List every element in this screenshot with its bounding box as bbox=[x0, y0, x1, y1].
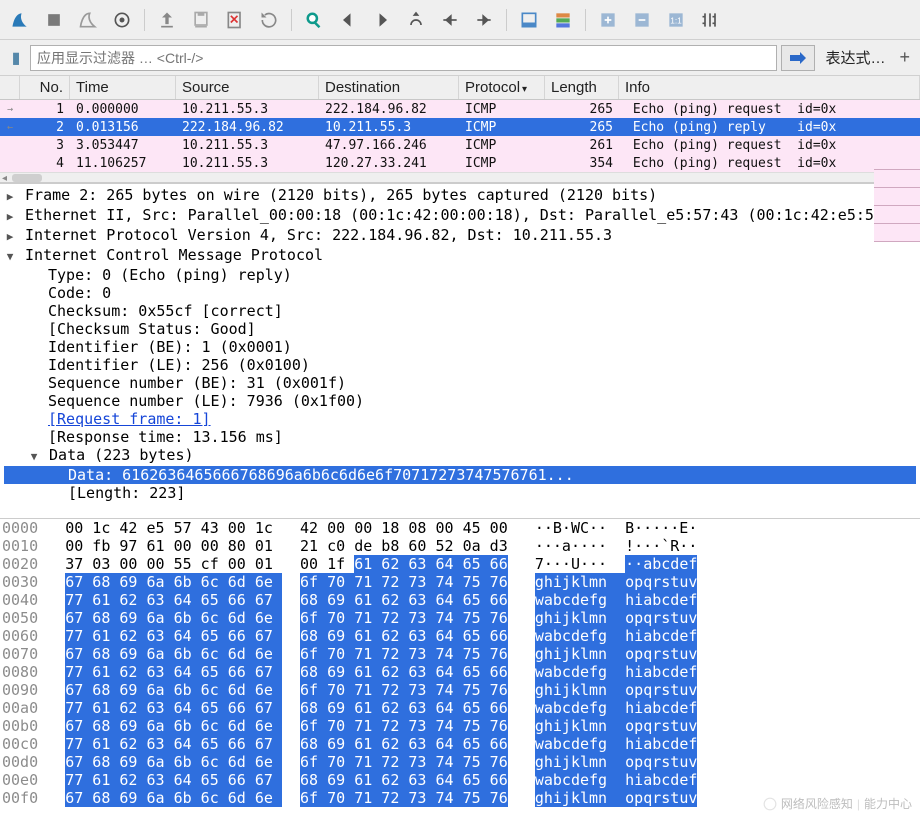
expander-expanded-icon[interactable]: ▼ bbox=[4, 248, 16, 266]
icmp-data-length[interactable]: [Length: 223] bbox=[4, 484, 916, 502]
stop-capture-icon[interactable] bbox=[40, 6, 68, 34]
icmp-checksum-status[interactable]: [Checksum Status: Good] bbox=[4, 320, 916, 338]
find-icon[interactable] bbox=[300, 6, 328, 34]
icmp-type[interactable]: Type: 0 (Echo (ping) reply) bbox=[4, 266, 916, 284]
icmp-id-be[interactable]: Identifier (BE): 1 (0x0001) bbox=[4, 338, 916, 356]
ip-summary[interactable]: Internet Protocol Version 4, Src: 222.18… bbox=[25, 226, 612, 244]
save-file-icon[interactable] bbox=[187, 6, 215, 34]
open-file-icon[interactable] bbox=[153, 6, 181, 34]
jump-icon[interactable] bbox=[402, 6, 430, 34]
col-length[interactable]: Length bbox=[545, 76, 619, 99]
col-no[interactable]: No. bbox=[20, 76, 70, 99]
icmp-data-value[interactable]: Data: 6162636465666768696a6b6c6d6e6f7071… bbox=[4, 466, 916, 484]
icmp-seq-be[interactable]: Sequence number (BE): 31 (0x001f) bbox=[4, 374, 916, 392]
reload-icon[interactable] bbox=[255, 6, 283, 34]
go-last-icon[interactable] bbox=[470, 6, 498, 34]
hex-line[interactable]: 00a0 77 61 62 63 64 65 66 67 68 69 61 62… bbox=[0, 699, 920, 717]
packet-row[interactable]: 33.05344710.211.55.347.97.166.246ICMP261… bbox=[0, 136, 920, 154]
icmp-id-le[interactable]: Identifier (LE): 256 (0x0100) bbox=[4, 356, 916, 374]
expression-button[interactable]: 表达式… bbox=[819, 47, 891, 68]
icmp-checksum[interactable]: Checksum: 0x55cf [correct] bbox=[4, 302, 916, 320]
packet-list-pane: No. Time Source Destination Protocol▾ Le… bbox=[0, 76, 920, 183]
hex-line[interactable]: 00d0 67 68 69 6a 6b 6c 6d 6e 6f 70 71 72… bbox=[0, 753, 920, 771]
expander-collapsed-icon[interactable]: ▶ bbox=[4, 208, 16, 226]
hex-line[interactable]: 0010 00 fb 97 61 00 00 80 01 21 c0 de b8… bbox=[0, 537, 920, 555]
packet-row[interactable]: →10.00000010.211.55.3222.184.96.82ICMP26… bbox=[0, 100, 920, 118]
zoom-out-icon[interactable] bbox=[628, 6, 656, 34]
restart-capture-icon[interactable] bbox=[74, 6, 102, 34]
hex-line[interactable]: 00c0 77 61 62 63 64 65 66 67 68 69 61 62… bbox=[0, 735, 920, 753]
go-first-icon[interactable] bbox=[436, 6, 464, 34]
horizontal-scrollbar[interactable]: ◂ ▸ bbox=[0, 172, 920, 182]
packet-minimap[interactable] bbox=[874, 152, 920, 242]
resize-columns-icon[interactable] bbox=[696, 6, 724, 34]
hex-line[interactable]: 0090 67 68 69 6a 6b 6c 6d 6e 6f 70 71 72… bbox=[0, 681, 920, 699]
packet-row[interactable]: 411.10625710.211.55.3120.27.33.241ICMP35… bbox=[0, 154, 920, 172]
icmp-data-header[interactable]: Data (223 bytes) bbox=[49, 446, 194, 464]
ethernet-summary[interactable]: Ethernet II, Src: Parallel_00:00:18 (00:… bbox=[25, 206, 919, 224]
col-source[interactable]: Source bbox=[176, 76, 319, 99]
shark-fin-icon[interactable] bbox=[6, 6, 34, 34]
hex-line[interactable]: 0000 00 1c 42 e5 57 43 00 1c 42 00 00 18… bbox=[0, 519, 920, 537]
hex-line[interactable]: 0070 67 68 69 6a 6b 6c 6d 6e 6f 70 71 72… bbox=[0, 645, 920, 663]
hex-line[interactable]: 0080 77 61 62 63 64 65 66 67 68 69 61 62… bbox=[0, 663, 920, 681]
main-toolbar: 1:1 bbox=[0, 0, 920, 40]
colorize-icon[interactable] bbox=[549, 6, 577, 34]
expander-expanded-icon[interactable]: ▼ bbox=[28, 448, 40, 466]
packet-bytes-pane[interactable]: 0000 00 1c 42 e5 57 43 00 1c 42 00 00 18… bbox=[0, 519, 920, 818]
go-forward-icon[interactable] bbox=[368, 6, 396, 34]
apply-filter-icon[interactable] bbox=[781, 45, 815, 71]
hex-line[interactable]: 00b0 67 68 69 6a 6b 6c 6d 6e 6f 70 71 72… bbox=[0, 717, 920, 735]
col-protocol[interactable]: Protocol▾ bbox=[459, 76, 545, 99]
response-time[interactable]: [Response time: 13.156 ms] bbox=[4, 428, 916, 446]
packet-details-pane[interactable]: ▶ Frame 2: 265 bytes on wire (2120 bits)… bbox=[0, 183, 920, 519]
autoscroll-icon[interactable] bbox=[515, 6, 543, 34]
hex-line[interactable]: 0040 77 61 62 63 64 65 66 67 68 69 61 62… bbox=[0, 591, 920, 609]
packet-list-header[interactable]: No. Time Source Destination Protocol▾ Le… bbox=[0, 76, 920, 100]
hex-line[interactable]: 0020 37 03 00 00 55 cf 00 01 00 1f 61 62… bbox=[0, 555, 920, 573]
icmp-code[interactable]: Code: 0 bbox=[4, 284, 916, 302]
add-filter-button[interactable]: + bbox=[895, 47, 914, 68]
bookmark-icon[interactable]: ▮ bbox=[6, 48, 26, 68]
display-filter-input[interactable] bbox=[30, 45, 777, 71]
hex-line[interactable]: 00e0 77 61 62 63 64 65 66 67 68 69 61 62… bbox=[0, 771, 920, 789]
display-filter-bar: ▮ 表达式… + bbox=[0, 40, 920, 76]
close-file-icon[interactable] bbox=[221, 6, 249, 34]
svg-text:1:1: 1:1 bbox=[670, 15, 682, 25]
hex-line[interactable]: 0030 67 68 69 6a 6b 6c 6d 6e 6f 70 71 72… bbox=[0, 573, 920, 591]
chevron-down-icon: ▾ bbox=[522, 84, 527, 95]
go-back-icon[interactable] bbox=[334, 6, 362, 34]
zoom-in-icon[interactable] bbox=[594, 6, 622, 34]
col-time[interactable]: Time bbox=[70, 76, 176, 99]
icmp-seq-le[interactable]: Sequence number (LE): 7936 (0x1f00) bbox=[4, 392, 916, 410]
col-destination[interactable]: Destination bbox=[319, 76, 459, 99]
expander-collapsed-icon[interactable]: ▶ bbox=[4, 188, 16, 206]
expander-collapsed-icon[interactable]: ▶ bbox=[4, 228, 16, 246]
hex-line[interactable]: 0050 67 68 69 6a 6b 6c 6d 6e 6f 70 71 72… bbox=[0, 609, 920, 627]
packet-row[interactable]: ←20.013156222.184.96.8210.211.55.3ICMP26… bbox=[0, 118, 920, 136]
hex-line[interactable]: 00f0 67 68 69 6a 6b 6c 6d 6e 6f 70 71 72… bbox=[0, 789, 920, 807]
col-info[interactable]: Info bbox=[619, 76, 920, 99]
hex-line[interactable]: 0060 77 61 62 63 64 65 66 67 68 69 61 62… bbox=[0, 627, 920, 645]
request-frame-link[interactable]: [Request frame: 1] bbox=[48, 410, 211, 428]
frame-summary[interactable]: Frame 2: 265 bytes on wire (2120 bits), … bbox=[25, 186, 657, 204]
options-icon[interactable] bbox=[108, 6, 136, 34]
icmp-summary[interactable]: Internet Control Message Protocol bbox=[25, 246, 323, 264]
zoom-reset-icon[interactable]: 1:1 bbox=[662, 6, 690, 34]
